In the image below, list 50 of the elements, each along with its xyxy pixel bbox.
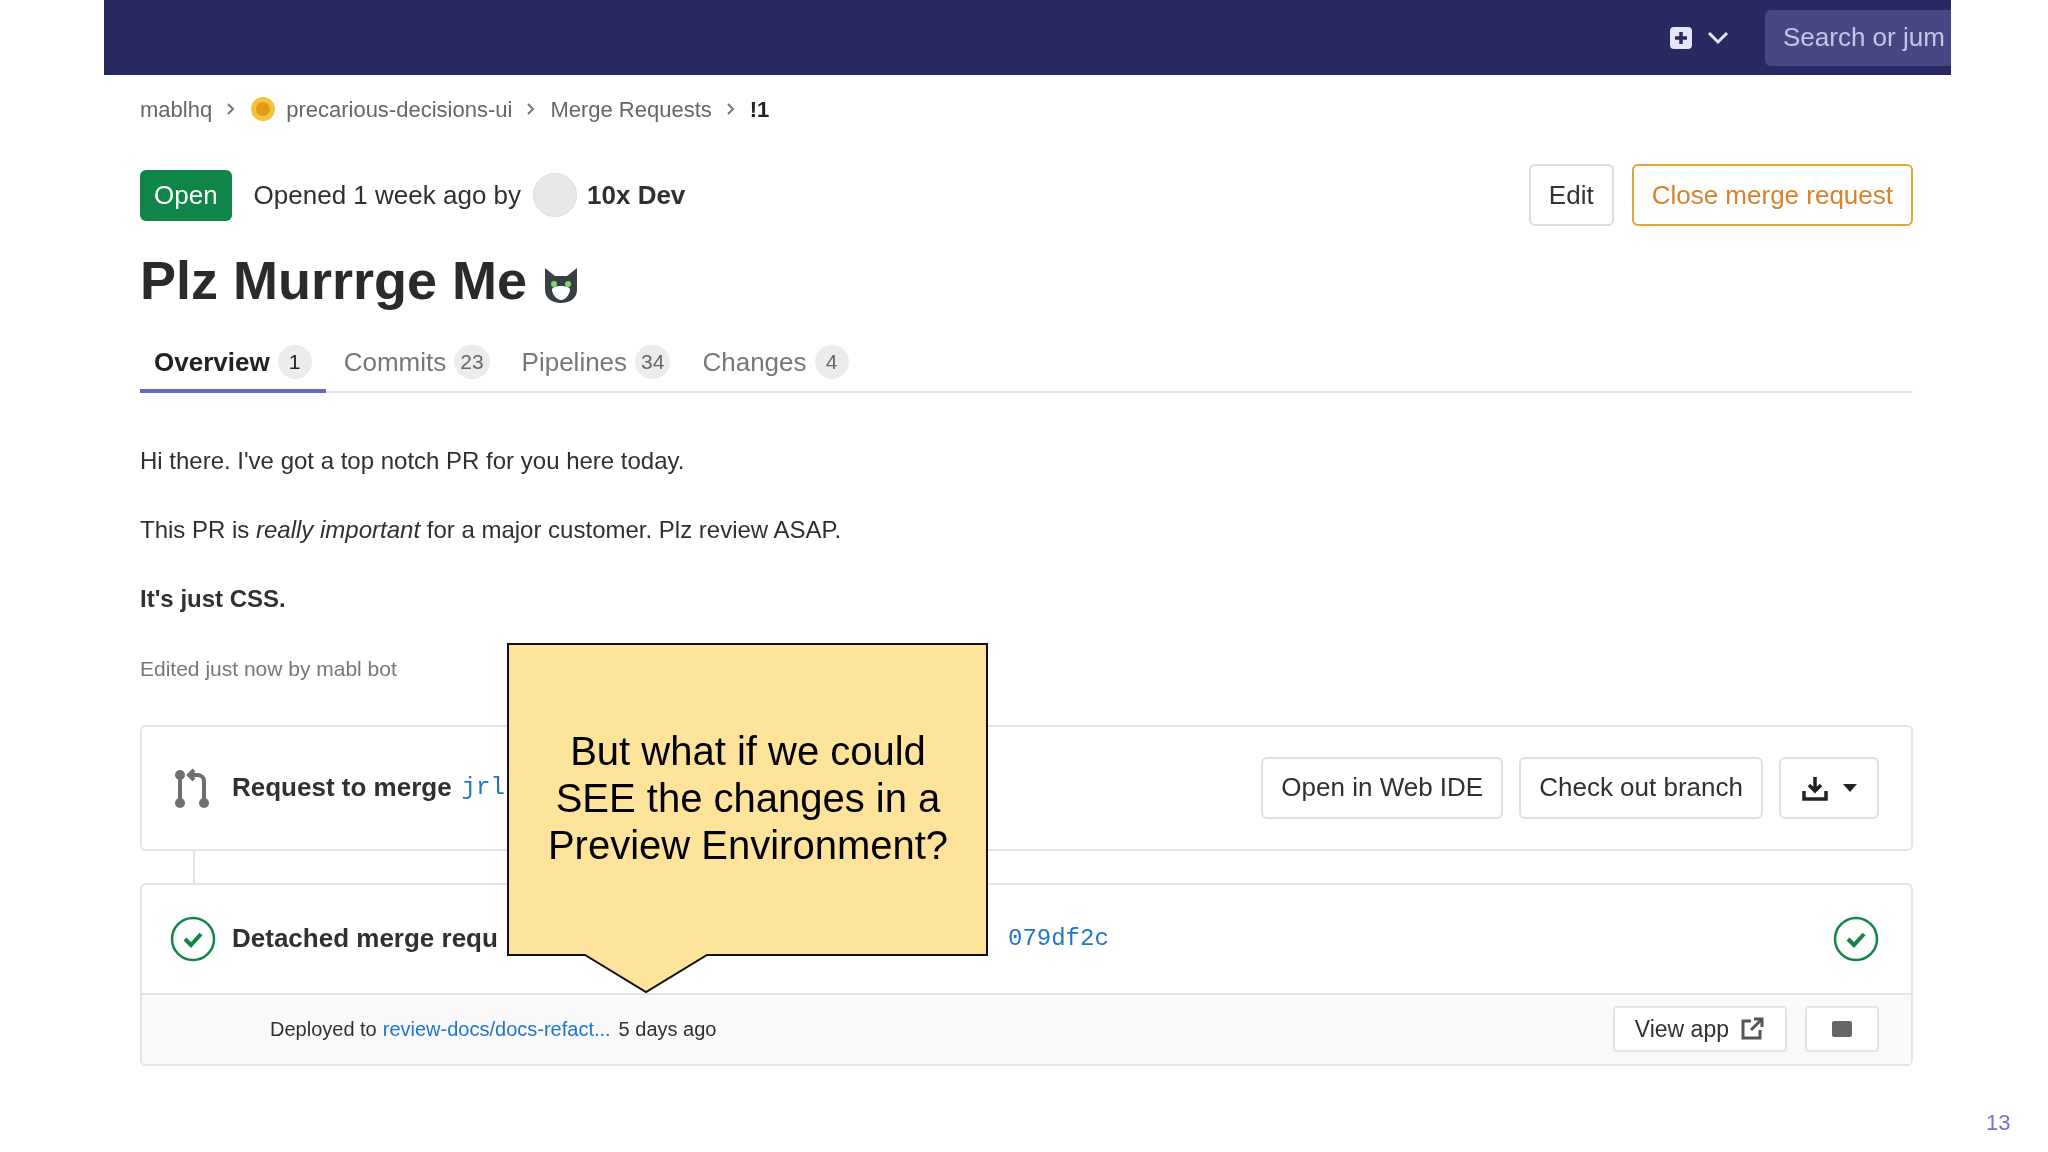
tab[interactable]: Commits 23 [329,335,504,393]
stop-button[interactable] [1805,1006,1879,1052]
deployed-label: Deployed to [270,1017,377,1042]
chevron-down-icon[interactable] [1707,30,1729,45]
chevron-right-icon [725,102,736,116]
breadcrumb-link[interactable]: Merge Requests [550,92,712,126]
chevron-right-icon [526,102,537,116]
branch-action-button[interactable]: Check out branch [1519,756,1763,819]
view-app-button[interactable]: View app [1612,1006,1787,1052]
stop-icon [1832,1021,1852,1037]
opened-text: Opened 1 week ago by [253,178,522,212]
environment-link[interactable]: review-docs/docs-refact... [382,1014,611,1044]
project-avatar-icon [250,96,277,122]
slide-number: 13 [1986,1109,2011,1137]
tab[interactable]: Overview 1 [140,335,326,393]
callout-text: But what if we could SEE the changes in a Preview Environment? [546,728,950,869]
tab[interactable]: Changes 4 [688,335,863,393]
tab[interactable]: Pipelines 34 [507,335,685,393]
merge-request-title: Plz Murrrge Me [140,249,528,312]
branch-link[interactable]: jrl [461,769,505,806]
commit-link[interactable]: 079df2c [1008,920,1109,957]
breadcrumb-link[interactable]: mablhq [140,92,213,126]
search-field[interactable]: Search or jum [1765,9,1951,66]
branch-action-button[interactable]: Open in Web IDE [1261,756,1504,819]
avatar [533,173,578,217]
chevron-right-icon [226,102,237,116]
tab-count: 4 [814,345,849,379]
external-link-icon [1739,1016,1765,1042]
status-badge: Open [140,169,232,221]
description-paragraph: It's just CSS. [140,584,287,614]
tab-count: 34 [635,345,671,379]
caret-icon [1843,783,1857,792]
download-dropdown[interactable] [1779,756,1879,819]
breadcrumb-link[interactable]: !1 [749,92,770,126]
breadcrumb-link[interactable]: precarious-decisions-ui [286,92,513,126]
deploy-time: 5 days ago [618,1017,717,1042]
author-name: 10x Dev [587,178,686,212]
close-button[interactable]: Close merge request [1631,164,1913,226]
plus-square-icon[interactable] [1669,25,1693,50]
tab-count: 1 [277,345,312,379]
description-paragraph: This PR is really important for a major customer. Plz review ASAP. [140,515,843,545]
pipeline-text: Detached merge requ [232,923,498,953]
check-circle-icon [170,915,216,962]
check-circle-icon [1833,915,1879,962]
edited-note: Edited just now by mabl bot [139,656,398,682]
description-paragraph: Hi there. I've got a top notch PR for you here today. [140,446,686,476]
edit-button[interactable]: Edit [1528,164,1614,226]
tab-count: 23 [454,345,490,379]
merge-request-icon [172,766,212,809]
request-to-merge-label: Request to merge [232,771,452,804]
